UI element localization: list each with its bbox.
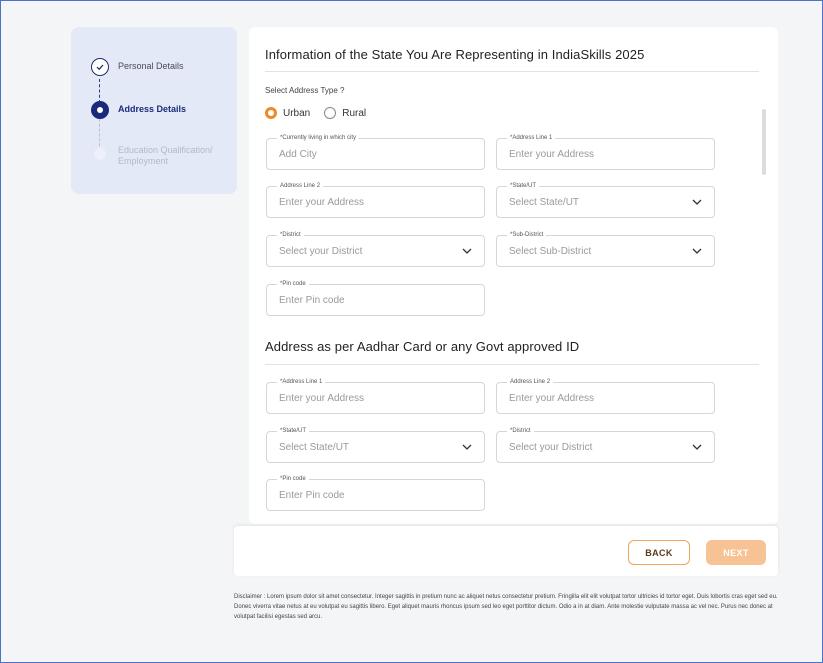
radio-rural[interactable]: Rural	[324, 107, 366, 119]
city-field[interactable]: *Currently living in which city Add City	[266, 134, 485, 170]
sub-district-select[interactable]: *Sub-District Select Sub-District	[496, 231, 715, 267]
field-label: Address Line 2	[277, 182, 324, 190]
progress-stepper: Personal Details Address Details Educati…	[71, 27, 237, 194]
step-connector	[99, 79, 100, 103]
pending-step-icon	[94, 148, 106, 160]
field-placeholder: Select your District	[509, 442, 593, 453]
scrollbar[interactable]	[762, 109, 766, 175]
form-footer: BACK NEXT	[234, 526, 778, 576]
field-placeholder: Enter your Address	[279, 197, 365, 208]
field-placeholder: Select State/UT	[509, 197, 580, 208]
aadhar-district-select[interactable]: *District Select your District	[496, 427, 715, 463]
step-label-line1: Education Qualification/	[118, 145, 213, 155]
radio-label: Rural	[342, 107, 367, 119]
aadhar-address-line2-field[interactable]: Address Line 2 Enter your Address	[496, 378, 715, 414]
divider	[265, 364, 759, 365]
field-placeholder: Add City	[279, 149, 317, 160]
address-type-radio-group: Urban Rural	[265, 107, 380, 119]
district-select[interactable]: *District Select your District	[266, 231, 485, 267]
step-address-details[interactable]: Address Details	[91, 101, 186, 119]
field-label: *State/UT	[507, 182, 540, 190]
radio-urban[interactable]: Urban	[265, 107, 310, 119]
aadhar-section-title: Address as per Aadhar Card or any Govt a…	[265, 339, 580, 354]
field-placeholder: Enter your Address	[279, 393, 365, 404]
radio-unselected-icon	[324, 107, 337, 119]
address-type-label: Select Address Type ?	[265, 86, 345, 95]
step-label-line2: Employment	[118, 156, 169, 166]
active-step-icon	[91, 101, 109, 119]
back-button[interactable]: BACK	[628, 540, 690, 565]
field-placeholder: Enter your Address	[509, 393, 595, 404]
field-label: *Currently living in which city	[277, 134, 360, 142]
step-label: Address Details	[118, 104, 187, 114]
field-label: *Pin code	[277, 475, 309, 483]
radio-selected-icon	[265, 107, 277, 119]
radio-label: Urban	[283, 107, 311, 119]
field-placeholder: Enter Pin code	[279, 490, 345, 501]
chevron-down-icon	[692, 248, 702, 254]
field-label: *Address Line 1	[277, 378, 326, 386]
field-label: *District	[277, 231, 304, 239]
field-placeholder: Enter your Address	[509, 149, 595, 160]
chevron-down-icon	[692, 444, 702, 450]
form-title: Information of the State You Are Represe…	[265, 47, 645, 62]
step-personal-details[interactable]: Personal Details	[91, 58, 184, 76]
aadhar-address-line1-field[interactable]: *Address Line 1 Enter your Address	[266, 378, 485, 414]
aadhar-pincode-field[interactable]: *Pin code Enter Pin code	[266, 475, 485, 511]
aadhar-state-select[interactable]: *State/UT Select State/UT	[266, 427, 485, 463]
field-placeholder: Select your District	[279, 246, 363, 257]
field-label: *Sub-District	[507, 231, 547, 239]
next-button[interactable]: NEXT	[706, 540, 766, 565]
page-frame: Personal Details Address Details Educati…	[0, 0, 823, 663]
chevron-down-icon	[462, 248, 472, 254]
step-label: Education Qualification/ Employment	[118, 145, 213, 167]
field-label: *State/UT	[277, 427, 310, 435]
step-education[interactable]: Education Qualification/ Employment	[91, 145, 213, 167]
address-form-card: Information of the State You Are Represe…	[249, 27, 778, 524]
field-label: Address Line 2	[507, 378, 554, 386]
field-placeholder: Select Sub-District	[509, 246, 592, 257]
pincode-field[interactable]: *Pin code Enter Pin code	[266, 280, 485, 316]
step-label: Personal Details	[118, 61, 184, 71]
check-icon	[91, 58, 109, 76]
field-placeholder: Enter Pin code	[279, 295, 345, 306]
field-placeholder: Select State/UT	[279, 442, 350, 453]
disclaimer-text: Disclaimer : Lorem ipsum dolor sit amet …	[234, 594, 778, 620]
field-label: *Address Line 1	[507, 134, 556, 142]
field-label: *Pin code	[277, 280, 309, 288]
field-label: *District	[507, 427, 534, 435]
divider	[265, 71, 759, 72]
chevron-down-icon	[462, 444, 472, 450]
state-select[interactable]: *State/UT Select State/UT	[496, 182, 715, 218]
address-line1-field[interactable]: *Address Line 1 Enter your Address	[496, 134, 715, 170]
address-line2-field[interactable]: Address Line 2 Enter your Address	[266, 182, 485, 218]
chevron-down-icon	[692, 199, 702, 205]
